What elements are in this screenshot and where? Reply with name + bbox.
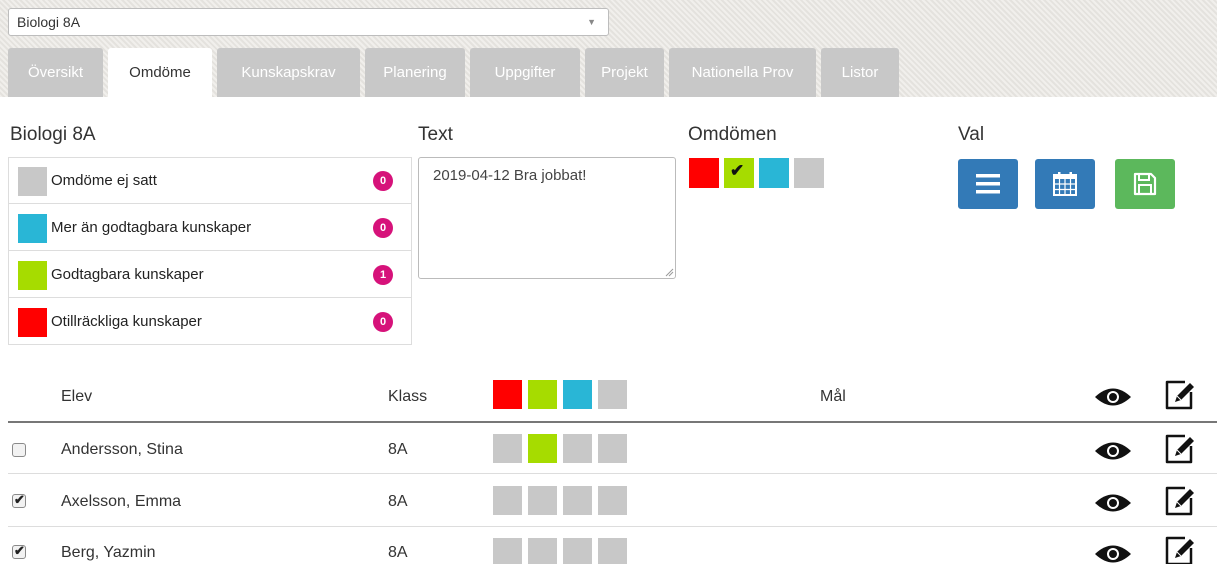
column-header-class[interactable]: Klass xyxy=(388,388,427,406)
student-class: 8A xyxy=(388,441,408,458)
edit-icon[interactable] xyxy=(1163,378,1197,412)
table-header-divider xyxy=(8,421,1217,423)
legend-label: Omdöme ej satt xyxy=(51,172,157,189)
header-grade-gray[interactable] xyxy=(598,380,627,409)
legend-count-badge: 1 xyxy=(373,265,393,285)
course-select-value: Biologi 8A xyxy=(17,14,81,30)
grade-legend: Omdöme ej satt 0 Mer än godtagbara kunsk… xyxy=(8,157,412,345)
tab-oversikt[interactable]: Översikt xyxy=(8,48,103,97)
legend-count-badge: 0 xyxy=(373,171,393,191)
legend-label: Mer än godtagbara kunskaper xyxy=(51,219,252,236)
legend-count-badge: 0 xyxy=(373,218,393,238)
check-icon: ✔ xyxy=(14,543,25,558)
list-button[interactable] xyxy=(958,159,1018,209)
tab-uppgifter[interactable]: Uppgifter xyxy=(470,48,580,97)
row-checkbox[interactable]: ✔ xyxy=(12,492,26,508)
legend-item[interactable]: Godtagbara kunskaper 1 xyxy=(9,252,411,298)
edit-icon[interactable] xyxy=(1163,432,1197,466)
calendar-icon xyxy=(1053,172,1077,196)
grade-option-blue[interactable] xyxy=(759,158,789,188)
eye-icon[interactable] xyxy=(1094,440,1132,462)
tab-omdome[interactable]: Omdöme xyxy=(108,48,212,97)
grade-cell[interactable] xyxy=(563,434,592,463)
legend-item[interactable]: Omdöme ej satt 0 xyxy=(9,158,411,204)
grade-cell[interactable] xyxy=(493,434,522,463)
header-grade-blue[interactable] xyxy=(563,380,592,409)
grade-cell[interactable] xyxy=(598,538,627,564)
row-checkbox[interactable]: ✔ xyxy=(12,543,26,559)
header-grade-red[interactable] xyxy=(493,380,522,409)
calendar-button[interactable] xyxy=(1035,159,1095,209)
edit-icon[interactable] xyxy=(1163,534,1197,564)
eye-icon[interactable] xyxy=(1094,492,1132,514)
eye-icon[interactable] xyxy=(1094,386,1132,408)
save-icon xyxy=(1133,172,1157,196)
edit-icon[interactable] xyxy=(1163,484,1197,518)
tab-listor[interactable]: Listor xyxy=(821,48,899,97)
val-title: Val xyxy=(958,124,985,145)
save-button[interactable] xyxy=(1115,159,1175,209)
grade-cell[interactable] xyxy=(563,538,592,564)
list-icon xyxy=(976,174,1000,194)
legend-swatch xyxy=(18,261,47,290)
legend-count-badge: 0 xyxy=(373,312,393,332)
tab-projekt[interactable]: Projekt xyxy=(585,48,664,97)
column-header-student[interactable]: Elev xyxy=(61,388,92,406)
comment-textarea[interactable]: 2019-04-12 Bra jobbat! xyxy=(418,157,676,279)
student-class: 8A xyxy=(388,544,408,561)
row-divider xyxy=(8,526,1217,527)
student-name[interactable]: Andersson, Stina xyxy=(61,441,183,459)
grade-cell[interactable] xyxy=(528,486,557,515)
check-icon: ✔ xyxy=(14,492,25,507)
grade-cell[interactable] xyxy=(598,486,627,515)
grade-cell[interactable] xyxy=(493,538,522,564)
text-title: Text xyxy=(418,124,453,145)
legend-item[interactable]: Otillräckliga kunskaper 0 xyxy=(9,299,411,345)
student-name[interactable]: Berg, Yazmin xyxy=(61,544,156,562)
grade-cell[interactable] xyxy=(598,434,627,463)
grade-option-green[interactable]: ✔ xyxy=(724,158,754,188)
student-name[interactable]: Axelsson, Emma xyxy=(61,493,181,511)
legend-label: Godtagbara kunskaper xyxy=(51,266,204,283)
legend-swatch xyxy=(18,308,47,337)
student-class: 8A xyxy=(388,493,408,510)
grade-cell[interactable] xyxy=(563,486,592,515)
grade-cell[interactable] xyxy=(528,538,557,564)
dropdown-arrow-icon: ▼ xyxy=(587,17,596,27)
legend-title: Biologi 8A xyxy=(10,124,96,145)
omdomen-title: Omdömen xyxy=(688,124,777,145)
grade-option-gray[interactable] xyxy=(794,158,824,188)
row-checkbox[interactable] xyxy=(12,443,26,457)
column-header-goal[interactable]: Mål xyxy=(820,388,846,406)
tab-nationella-prov[interactable]: Nationella Prov xyxy=(669,48,816,97)
resize-grip-icon[interactable] xyxy=(665,268,674,277)
legend-swatch xyxy=(18,167,47,196)
tab-kunskapskrav[interactable]: Kunskapskrav xyxy=(217,48,360,97)
header-grade-green[interactable] xyxy=(528,380,557,409)
grade-option-red[interactable] xyxy=(689,158,719,188)
grade-cell[interactable] xyxy=(528,434,557,463)
eye-icon[interactable] xyxy=(1094,543,1132,564)
check-icon: ✔ xyxy=(730,161,745,180)
tab-planering[interactable]: Planering xyxy=(365,48,465,97)
course-select[interactable]: Biologi 8A ▼ xyxy=(8,8,609,36)
grade-cell[interactable] xyxy=(493,486,522,515)
legend-swatch xyxy=(18,214,47,243)
legend-item[interactable]: Mer än godtagbara kunskaper 0 xyxy=(9,205,411,251)
row-divider xyxy=(8,473,1217,474)
legend-label: Otillräckliga kunskaper xyxy=(51,313,202,330)
